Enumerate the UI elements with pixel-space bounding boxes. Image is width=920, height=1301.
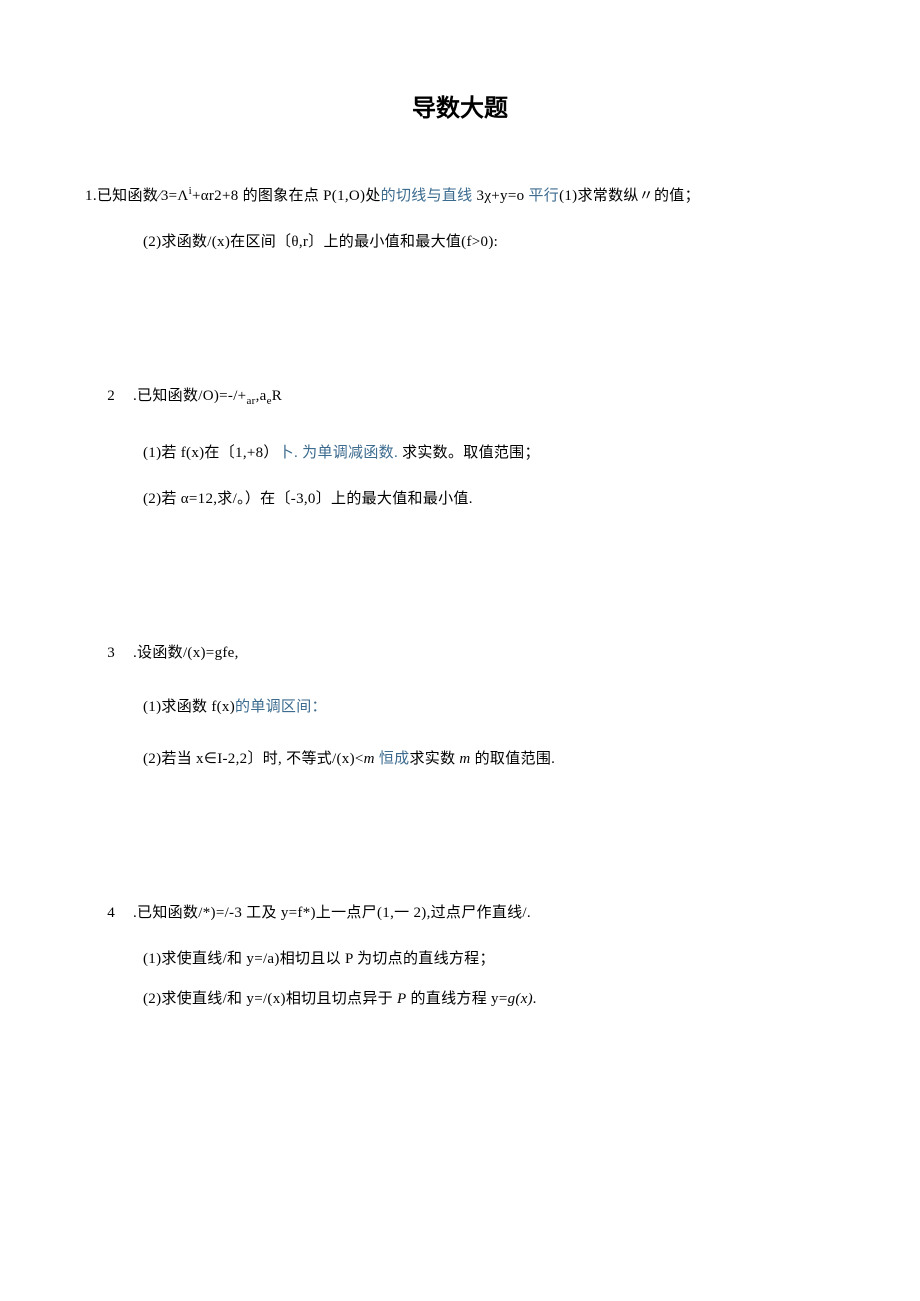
- problem-4-line1: 4 .已知函数/*)=/-3 工及 y=f*)上一点尸(1,一 2),过点尸作直线…: [85, 901, 835, 925]
- problem-1-num: 1: [85, 188, 93, 204]
- text: (1)若 f(x)在〔1,+8）: [143, 445, 279, 461]
- italic-text: g(x).: [508, 991, 537, 1007]
- highlight-text: 卜. 为单调减函数.: [279, 445, 398, 461]
- problem-4: 4 .已知函数/*)=/-3 工及 y=f*)上一点尸(1,一 2),过点尸作直线…: [85, 901, 835, 1011]
- problem-2-line1: 2.已知函数/O)=-/+ar,aeR: [85, 384, 835, 411]
- text: 的取值范围.: [471, 751, 556, 767]
- text: .已知函数/*)=/-3 工及 y=f*)上一点尸(1,一 2),过点尸作直线/…: [133, 905, 531, 921]
- problem-2-sub2: (2)若 α=12,求/。）在〔-3,0〕上的最大值和最小值.: [85, 487, 835, 511]
- text: 3χ+y=o: [472, 188, 528, 204]
- text: R: [272, 388, 282, 404]
- text: (1)求常数纵〃的值；: [559, 188, 700, 204]
- problem-3: 3 .设函数/(x)=gfe, (1)求函数 f(x)的单调区间： (2)若当 x…: [85, 641, 835, 771]
- problem-3-line1: 3 .设函数/(x)=gfe,: [85, 641, 835, 665]
- problem-4-sub1: (1)求使直线/和 y=/a)相切且以 P 为切点的直线方程；: [85, 947, 835, 971]
- text: 的直线方程 y=: [406, 991, 507, 1007]
- highlight-text: 的切线与直线: [381, 188, 473, 204]
- highlight-text: 恒成: [379, 751, 410, 767]
- text: 求实数。取值范围；: [398, 445, 540, 461]
- problem-1-sub2: (2)求函数/(x)在区间〔θ,r〕上的最小值和最大值(f>0):: [85, 230, 835, 254]
- highlight-text: 的单调区间：: [235, 699, 327, 715]
- problem-1: 1.已知函数⁄3=Λi+αr2+8 的图象在点 P(1,O)处的切线与直线 3χ…: [85, 183, 835, 254]
- text: .设函数/(x)=gfe,: [133, 645, 239, 661]
- problem-3-num: 3: [85, 641, 115, 665]
- highlight-text: 平行: [528, 188, 559, 204]
- text: .已知函数/O)=-/+: [133, 388, 246, 404]
- problem-3-sub2: (2)若当 x∈I-2,2〕时, 不等式/(x)<m 恒成求实数 m 的取值范围…: [85, 747, 835, 771]
- text: 求实数: [409, 751, 459, 767]
- subscript: ar: [246, 395, 255, 407]
- problem-4-sub2: (2)求使直线/和 y=/(x)相切且切点异于 P 的直线方程 y=g(x).: [85, 987, 835, 1011]
- text: (2)若当 x∈I-2,2〕时, 不等式/(x)<: [143, 751, 364, 767]
- text: +αr2+8 的图象在点 P(1,O)处: [192, 188, 381, 204]
- page-title: 导数大题: [85, 90, 835, 128]
- text: .已知函数⁄3=Λ: [93, 188, 189, 204]
- italic-text: m: [459, 751, 470, 767]
- problem-1-line1: 1.已知函数⁄3=Λi+αr2+8 的图象在点 P(1,O)处的切线与直线 3χ…: [85, 183, 835, 208]
- problem-4-num: 4: [85, 901, 115, 925]
- problem-2-sub1: (1)若 f(x)在〔1,+8）卜. 为单调减函数. 求实数。取值范围；: [85, 441, 835, 465]
- problem-3-sub1: (1)求函数 f(x)的单调区间：: [85, 695, 835, 719]
- problem-2-num: 2: [85, 384, 115, 408]
- italic-text: m: [364, 751, 379, 767]
- text: ,a: [256, 388, 267, 404]
- text: (1)求函数 f(x): [143, 699, 235, 715]
- problem-2: 2.已知函数/O)=-/+ar,aeR (1)若 f(x)在〔1,+8）卜. 为…: [85, 384, 835, 511]
- text: (2)求使直线/和 y=/(x)相切且切点异于: [143, 991, 397, 1007]
